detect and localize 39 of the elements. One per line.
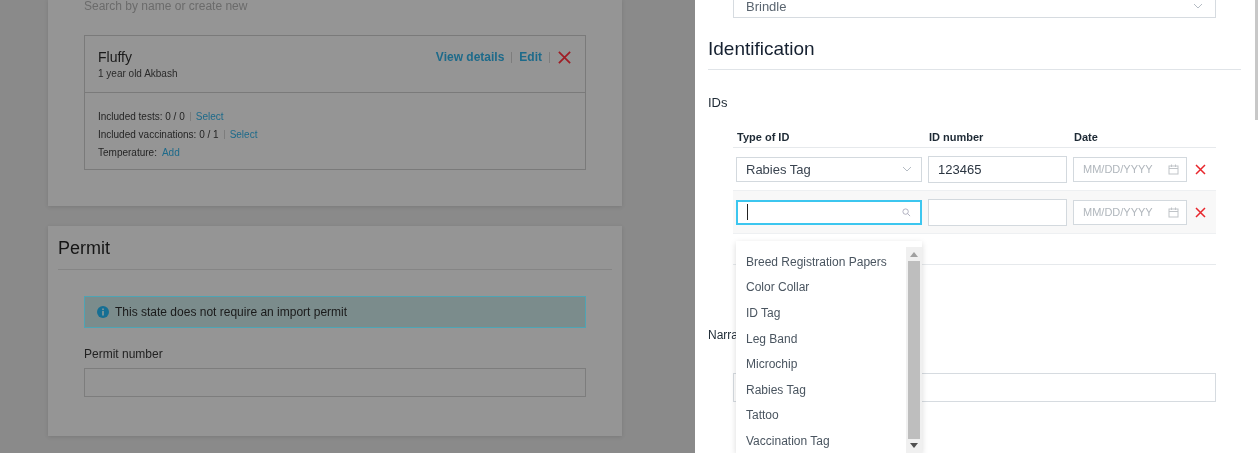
select-field[interactable]: Rabies Tag xyxy=(736,156,922,182)
scroll-down-icon[interactable] xyxy=(910,443,918,448)
close-icon[interactable] xyxy=(557,49,572,65)
calendar-icon xyxy=(1168,163,1179,175)
detail-label: Included vaccinations: 0 / 1 xyxy=(98,128,219,140)
dropdown-option[interactable]: ID Tag xyxy=(736,300,906,326)
dropdown-option[interactable]: Microchip xyxy=(736,351,906,377)
pet-name: Fluffy xyxy=(98,49,133,65)
detail-label: Temperature: xyxy=(98,146,157,158)
close-icon[interactable] xyxy=(1195,206,1206,218)
input-field[interactable]: 123465 xyxy=(928,155,1067,183)
section-title: Permit xyxy=(58,226,612,270)
notice-text: This state does not require an import permit xyxy=(115,305,348,319)
chevron-icon xyxy=(1193,3,1203,9)
scrollbar[interactable] xyxy=(906,247,922,453)
input-field[interactable] xyxy=(84,368,586,397)
dropdown-option[interactable]: Leg Band xyxy=(736,325,906,352)
subsection-title: IDs xyxy=(708,95,729,110)
info-icon xyxy=(97,306,109,318)
pet-description: 1 year old Akbash xyxy=(98,68,178,79)
dropdown-option[interactable]: Color Collar xyxy=(736,274,906,301)
dropdown-option[interactable]: Rabies Tag xyxy=(736,376,906,403)
dropdown-option[interactable]: Tattoo xyxy=(736,402,906,429)
column-header: Type of ID xyxy=(737,131,791,145)
section-title: Identification xyxy=(708,38,1241,70)
column-header: ID number xyxy=(929,131,985,145)
search-icon xyxy=(902,207,911,217)
close-icon[interactable] xyxy=(1195,163,1206,175)
chevron-icon xyxy=(902,166,912,172)
field-label: Permit number xyxy=(84,347,164,361)
detail-label: Included tests: 0 / 0 xyxy=(98,110,185,122)
calendar-icon xyxy=(1168,206,1179,218)
select-field[interactable]: Brindle xyxy=(733,0,1216,18)
select-field[interactable] xyxy=(736,199,922,225)
column-header: Date xyxy=(1074,131,1098,145)
scrollbar[interactable] xyxy=(1255,0,1258,120)
scroll-up-icon[interactable] xyxy=(910,252,918,257)
dropdown-option[interactable]: Breed Registration Papers xyxy=(736,249,906,275)
dropdown-option[interactable]: Vaccination Tag xyxy=(736,428,906,453)
